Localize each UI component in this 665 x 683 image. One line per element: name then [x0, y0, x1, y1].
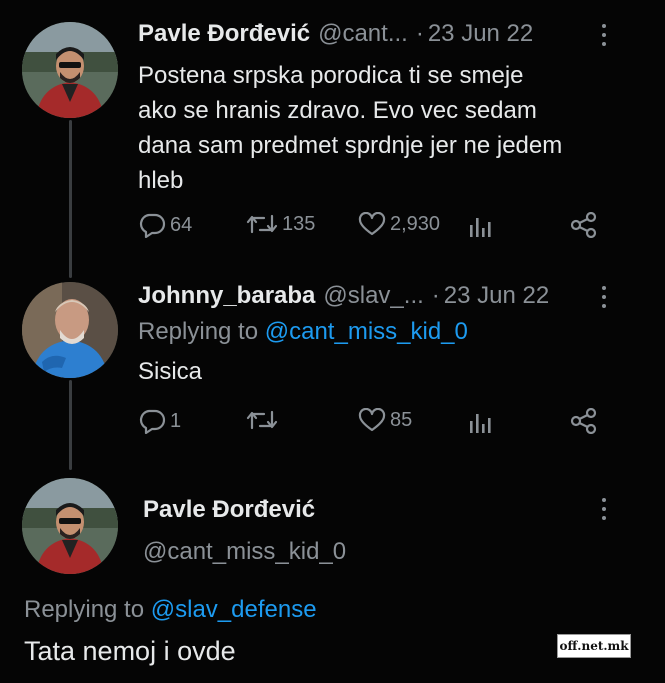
reply-button[interactable]: 64: [138, 212, 192, 238]
more-icon[interactable]: [601, 286, 607, 308]
replying-to: Replying to @slav_defense: [24, 596, 317, 624]
separator-dot: ·: [431, 282, 440, 309]
retweet-icon: [246, 410, 278, 430]
reply-count: 1: [170, 409, 182, 432]
replying-to-label: Replying to: [138, 318, 265, 345]
avatar-image: [22, 478, 118, 574]
separator-dot: ·: [415, 20, 424, 47]
like-button[interactable]: 2,930: [358, 212, 440, 236]
replying-to-label: Replying to: [24, 596, 151, 623]
share-icon: [570, 408, 597, 434]
tweet-text: Tata nemoj i ovde: [24, 636, 236, 666]
action-bar: 64 135 2,930: [138, 212, 638, 240]
username[interactable]: @slav_...: [323, 282, 423, 310]
tweet-header: Pavle Đorđević @cant... · 23 Jun 22: [138, 20, 533, 48]
action-bar: 1 85: [138, 408, 638, 436]
display-name[interactable]: Pavle Đorđević: [143, 496, 315, 524]
tweet-text: Postena srpska porodica ti se smeje ako …: [138, 58, 648, 198]
tweet-text-line: ako se hranis zdravo. Evo vec sedam: [138, 97, 537, 124]
tweet-text-line: dana sam predmet sprdnje jer ne jedem: [138, 132, 563, 159]
timestamp[interactable]: 23 Jun 22: [444, 282, 549, 310]
share-icon: [570, 212, 597, 238]
analytics-icon: [470, 414, 491, 433]
views-button[interactable]: [468, 216, 492, 238]
mention-link[interactable]: @cant_miss_kid_0: [265, 318, 468, 345]
username-row: @cant_miss_kid_0: [135, 538, 346, 566]
heart-icon: [358, 212, 386, 236]
username[interactable]: @cant...: [318, 20, 408, 48]
thread-line-2: [69, 380, 72, 470]
reply-button[interactable]: 1: [138, 408, 181, 434]
replying-to: Replying to @cant_miss_kid_0: [138, 318, 468, 346]
more-icon[interactable]: [601, 24, 607, 46]
avatar[interactable]: [22, 282, 118, 378]
thread-line-1: [69, 120, 72, 278]
retweet-button[interactable]: 135: [246, 212, 315, 236]
avatar-image: [22, 282, 118, 378]
share-button[interactable]: [570, 408, 598, 434]
reply-count: 64: [170, 213, 193, 236]
avatar[interactable]: [22, 478, 118, 574]
retweet-button[interactable]: [246, 408, 282, 432]
retweet-icon: [246, 214, 278, 234]
avatar[interactable]: [22, 22, 118, 118]
username[interactable]: @cant_miss_kid_0: [143, 538, 346, 566]
avatar-image: [22, 22, 118, 118]
like-count: 85: [390, 408, 413, 431]
more-icon[interactable]: [601, 498, 607, 520]
heart-icon: [358, 408, 386, 432]
retweet-count: 135: [282, 212, 316, 235]
reply-icon: [139, 409, 166, 434]
tweet-text: Sisica: [138, 358, 203, 385]
views-button[interactable]: [468, 412, 492, 434]
display-name[interactable]: Johnny_baraba: [138, 282, 315, 310]
timestamp[interactable]: 23 Jun 22: [428, 20, 533, 48]
analytics-icon: [470, 218, 491, 237]
tweet-header: Johnny_baraba @slav_... · 23 Jun 22: [138, 282, 549, 310]
tweet-text-line: Postena srpska porodica ti se smeje: [138, 62, 524, 89]
tweet-header: Pavle Đorđević: [143, 496, 315, 524]
watermark: off.net.mk: [557, 634, 631, 658]
mention-link[interactable]: @slav_defense: [151, 596, 317, 623]
reply-icon: [139, 213, 166, 238]
like-button[interactable]: 85: [358, 408, 412, 432]
like-count: 2,930: [390, 212, 441, 235]
share-button[interactable]: [570, 212, 598, 238]
display-name[interactable]: Pavle Đorđević: [138, 20, 310, 48]
tweet-text-line: hleb: [138, 167, 184, 194]
